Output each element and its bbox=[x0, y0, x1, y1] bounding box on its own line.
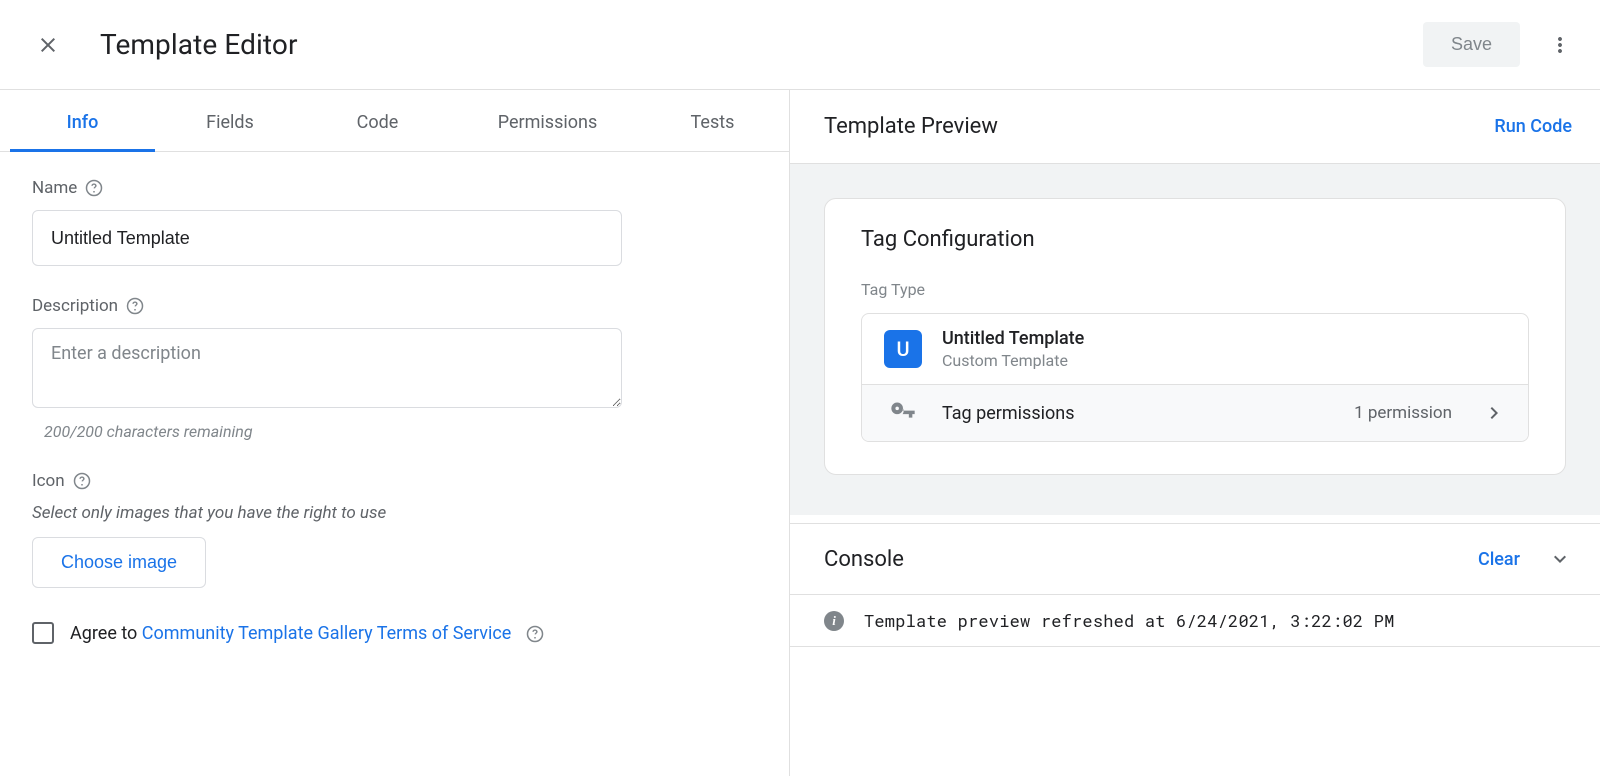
chevron-right-icon bbox=[1482, 401, 1506, 425]
tag-config-card: Tag Configuration Tag Type U Untitled Te… bbox=[824, 198, 1566, 475]
icon-label-text: Icon bbox=[32, 471, 65, 491]
agree-text: Agree to Community Template Gallery Term… bbox=[70, 623, 544, 644]
tag-badge: U bbox=[884, 330, 922, 368]
chevron-down-icon[interactable] bbox=[1548, 547, 1572, 571]
more-icon[interactable] bbox=[1548, 33, 1572, 57]
description-label: Description bbox=[32, 296, 757, 316]
description-textarea[interactable] bbox=[32, 328, 622, 408]
tag-type-row[interactable]: U Untitled Template Custom Template bbox=[862, 314, 1528, 384]
tag-permissions-row[interactable]: Tag permissions 1 permission bbox=[862, 384, 1528, 441]
info-icon: i bbox=[824, 611, 844, 631]
preview-pane: Template Preview Run Code Tag Configurat… bbox=[790, 90, 1600, 776]
save-button[interactable]: Save bbox=[1423, 22, 1520, 67]
page-title: Template Editor bbox=[100, 28, 298, 61]
icon-hint: Select only images that you have the rig… bbox=[32, 503, 757, 523]
console-title: Console bbox=[824, 547, 904, 572]
help-icon[interactable] bbox=[85, 179, 103, 197]
icon-label: Icon bbox=[32, 471, 757, 491]
template-subtitle: Custom Template bbox=[942, 351, 1506, 370]
tab-tests[interactable]: Tests bbox=[645, 90, 780, 151]
tabs: Info Fields Code Permissions Tests bbox=[0, 90, 789, 152]
choose-image-button[interactable]: Choose image bbox=[32, 537, 206, 588]
console-row: i Template preview refreshed at 6/24/202… bbox=[790, 595, 1600, 646]
editor-pane: Info Fields Code Permissions Tests Name … bbox=[0, 90, 790, 776]
name-label: Name bbox=[32, 178, 757, 198]
help-icon[interactable] bbox=[126, 297, 144, 315]
help-icon[interactable] bbox=[526, 625, 544, 643]
template-name: Untitled Template bbox=[942, 328, 1506, 349]
char-remaining: 200/200 characters remaining bbox=[44, 422, 757, 441]
tab-code[interactable]: Code bbox=[305, 90, 450, 151]
permissions-label: Tag permissions bbox=[942, 403, 1334, 424]
help-icon[interactable] bbox=[73, 472, 91, 490]
tos-link[interactable]: Community Template Gallery Terms of Serv… bbox=[142, 623, 512, 644]
topbar: Template Editor Save bbox=[0, 0, 1600, 90]
key-icon bbox=[889, 399, 917, 427]
permissions-count: 1 permission bbox=[1354, 403, 1452, 423]
run-code-button[interactable]: Run Code bbox=[1494, 116, 1572, 137]
tag-card-title: Tag Configuration bbox=[861, 227, 1529, 252]
agree-prefix: Agree to bbox=[70, 623, 142, 644]
name-label-text: Name bbox=[32, 178, 77, 198]
description-label-text: Description bbox=[32, 296, 118, 316]
agree-checkbox[interactable] bbox=[32, 622, 54, 644]
tab-permissions[interactable]: Permissions bbox=[450, 90, 645, 151]
name-input[interactable] bbox=[32, 210, 622, 266]
tab-fields[interactable]: Fields bbox=[155, 90, 305, 151]
tab-info[interactable]: Info bbox=[10, 90, 155, 151]
close-icon[interactable] bbox=[36, 33, 60, 57]
tag-type-label: Tag Type bbox=[861, 280, 1529, 299]
console-clear-button[interactable]: Clear bbox=[1478, 549, 1520, 570]
preview-title: Template Preview bbox=[824, 114, 998, 139]
console-message: Template preview refreshed at 6/24/2021,… bbox=[864, 609, 1395, 632]
